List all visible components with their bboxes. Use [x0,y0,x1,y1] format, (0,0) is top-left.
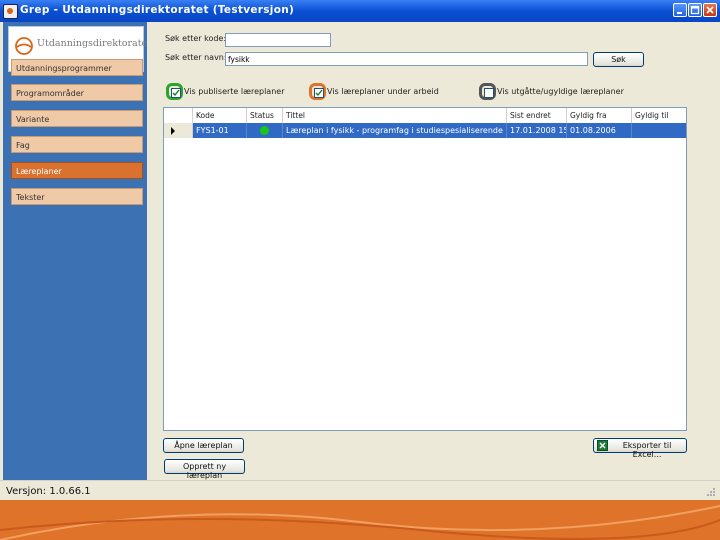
row-pointer-icon [171,127,175,135]
sidebar-item-utdanningsprogrammer[interactable]: Utdanningsprogrammer [11,59,143,76]
filter-published-label: Vis publiserte læreplaner [184,87,285,96]
name-search-input[interactable]: fysikk [225,52,588,66]
cell-gyldig-fra: 01.08.2006 [567,123,632,138]
resize-grip-icon[interactable] [706,487,716,497]
sidebar-item-laereplaner[interactable]: Læreplaner [11,162,143,179]
maximize-icon [690,5,700,15]
header-row-selector [164,108,193,123]
sidebar-item-fag[interactable]: Fag [11,136,143,153]
filter-published-checkbox[interactable] [166,83,183,100]
main-panel: Søk etter kode: Søk etter navn: fysikk S… [147,22,717,480]
sidebar-item-tekster[interactable]: Tekster [11,188,143,205]
minimize-button[interactable] [673,3,687,17]
open-laereplan-button[interactable]: Åpne læreplan [163,438,244,453]
status-published-icon [260,126,269,135]
filter-expired-label: Vis utgåtte/ugyldige læreplaner [497,87,624,96]
footer-band [0,500,720,540]
cell-tittel: Læreplan i fysikk - programfag i studies… [283,123,507,138]
title-bar: Grep - Utdanningsdirektoratet (Testversj… [0,0,720,22]
column-header-status[interactable]: Status [247,108,283,123]
create-laereplan-button[interactable]: Opprett ny læreplan [164,459,245,480]
cell-gyldig-til [632,123,686,138]
search-button[interactable]: Søk [593,52,644,67]
column-header-gyldig-til[interactable]: Gyldig til [632,108,686,123]
udir-logo-icon [15,37,33,55]
status-bar: Versjon: 1.0.66.1 [0,480,720,501]
table-row[interactable]: FYS1-01 Læreplan i fysikk - programfag i… [193,123,686,138]
row-selector[interactable] [164,123,193,138]
close-icon [706,6,714,14]
window-title: Grep - Utdanningsdirektoratet (Testversj… [20,4,295,16]
export-excel-label: Eksporter til Excel... [622,441,672,459]
filter-in-progress-label: Vis læreplaner under arbeid [327,87,439,96]
app-window: Grep - Utdanningsdirektoratet (Testversj… [0,0,720,501]
sidebar-item-variante[interactable]: Variante [11,110,143,127]
logo-text: Utdanningsdirektoratet [37,38,151,49]
column-header-sist-endret[interactable]: Sist endret [507,108,567,123]
export-excel-button[interactable]: Eksporter til Excel... [593,438,687,459]
cell-sist-endret: 17.01.2008 15:03 [507,123,567,138]
minimize-icon [677,12,682,14]
column-header-kode[interactable]: Kode [193,108,247,123]
laereplan-table: Kode Status Tittel Sist endret Gyldig fr… [163,107,687,431]
filter-in-progress-checkbox[interactable] [309,83,326,100]
sidebar-item-programomrader[interactable]: Programområder [11,84,143,101]
maximize-button[interactable] [688,3,702,17]
footer-wave-decoration [0,505,720,540]
filter-expired-checkbox[interactable] [479,83,496,100]
app-icon [3,4,18,19]
close-button[interactable] [703,3,717,17]
column-header-tittel[interactable]: Tittel [283,108,507,123]
checkmark-icon [315,89,323,97]
sidebar: Utdanningsdirektoratet Utdanningsprogram… [3,22,151,480]
code-search-label: Søk etter kode: [165,34,227,43]
version-text: Versjon: 1.0.66.1 [6,486,91,497]
code-search-input[interactable] [225,33,331,47]
excel-icon [597,440,608,451]
column-header-gyldig-fra[interactable]: Gyldig fra [567,108,632,123]
table-header: Kode Status Tittel Sist endret Gyldig fr… [164,108,686,124]
cell-kode: FYS1-01 [193,123,247,138]
checkmark-icon [172,89,180,97]
cell-status [247,123,283,138]
name-search-label: Søk etter navn: [165,53,227,62]
